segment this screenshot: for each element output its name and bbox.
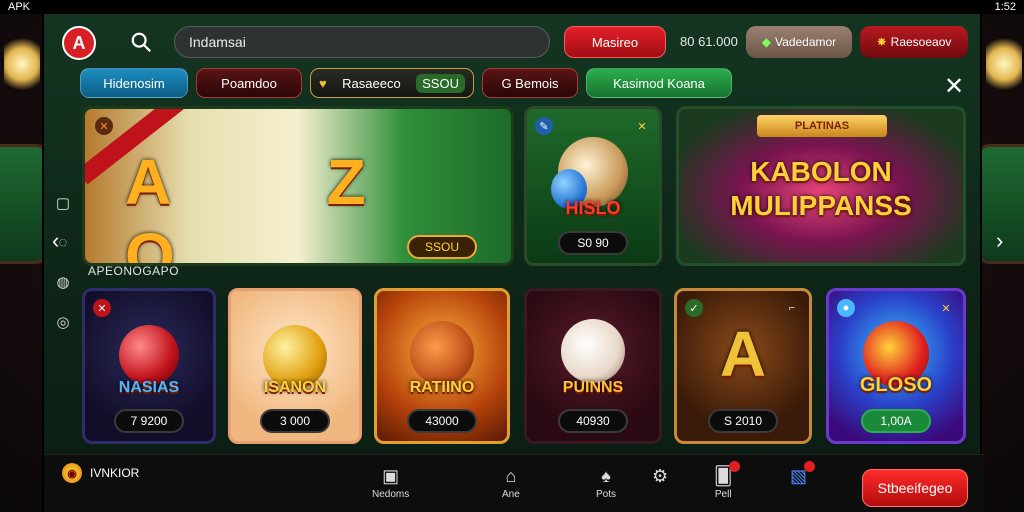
game-title: ISANON [263, 379, 327, 396]
banner-ribbon: PLATINAS [757, 115, 887, 137]
nav-settings[interactable]: ⚙ [652, 467, 668, 489]
gift-icon: ✸ [876, 35, 887, 49]
cta-button[interactable]: Stbeeifegeo [862, 469, 968, 507]
promo-icon: ▧ [790, 461, 816, 485]
game-card-azo[interactable]: ✕ A Z O SSOU [82, 106, 514, 266]
notification-badge [729, 461, 741, 472]
game-price: S0 90 [558, 231, 628, 255]
chat-icon[interactable]: ◌ [59, 234, 68, 251]
game-price: 3 000 [260, 409, 330, 433]
side-nav: ▢ ◌ ◍ ◎ [50, 194, 76, 364]
game-title: KABOLON MULIPPANSS [730, 156, 912, 221]
dkred-header-button[interactable]: ✸ Raesoeaov [860, 26, 968, 58]
badge-icon: ✕ [93, 299, 111, 317]
gem-icon: ◆ [761, 35, 772, 49]
game-card-kabolon[interactable]: PLATINAS KABOLON MULIPPANSS [676, 106, 966, 266]
badge-icon: ✓ [685, 299, 703, 317]
nav-label: Pell [714, 489, 732, 500]
apk-label: APK [8, 1, 31, 13]
top-bar: A Indamsai Masireo 80 61.000 ◆ Vadedamor… [44, 24, 984, 64]
ceiling-light [4, 34, 40, 94]
fox-art [410, 321, 474, 385]
game-title: NASIAS [118, 379, 180, 396]
tab-rasaeeco[interactable]: ♥ Rasaeeco SSOU [310, 68, 474, 98]
game-card-ratiino[interactable]: RATIINO 43000 [374, 288, 510, 444]
tab-kasimod-koana[interactable]: Kasimod Koana [586, 68, 732, 98]
section-heading: APEONOGAPO [88, 264, 180, 278]
nav-label: Ane [502, 489, 520, 500]
gift-icon: 🂠 [714, 461, 741, 485]
search-icon[interactable] [130, 31, 152, 53]
game-card-gloso[interactable]: ● ✕ GLOSO 1,00A [826, 288, 966, 444]
heart-icon: ♥ [319, 75, 327, 91]
red-header-button[interactable]: Masireo [564, 26, 666, 58]
tab-rasaeeco-label: Rasaeeco [342, 75, 401, 91]
headset-icon[interactable]: ◎ [56, 313, 69, 331]
cat-art [561, 319, 625, 383]
brand-label: IVNKIOR [90, 466, 140, 480]
brand-icon: ◉ [62, 463, 82, 483]
bottom-bar: ◉ IVNKIOR ▣ Nedoms ⌂ Ane ♠ Pots ⚙ 🂠 Pell… [44, 454, 984, 512]
badge-icon: ✎ [535, 117, 553, 135]
game-title: RATIINO [409, 379, 475, 396]
badge-icon: ✕ [95, 117, 113, 135]
badge-icon: ✕ [941, 302, 951, 315]
game-price: SSOU [407, 235, 477, 259]
gray-header-button[interactable]: ◆ Vadedamor [746, 26, 852, 58]
category-tabs: Hidenosim Poamdoo ♥ Rasaeeco SSOU G Bemo… [80, 68, 732, 98]
game-card-a[interactable]: ✓ ⌐ A S 2010 [674, 288, 812, 444]
nav-ane[interactable]: ⌂ Ane [502, 467, 520, 500]
game-card-nasias[interactable]: ✕ NASIAS 7 9200 [82, 288, 216, 444]
nav-promo[interactable]: ▧ [790, 461, 816, 489]
close-icon[interactable]: ⌐ [783, 299, 801, 317]
app-window: A Indamsai Masireo 80 61.000 ◆ Vadedamor… [42, 14, 1003, 512]
nav-label: Pots [596, 489, 617, 500]
brand[interactable]: ◉ IVNKIOR [62, 463, 139, 483]
ceiling-light [986, 34, 1022, 94]
game-card-isanon[interactable]: ISANON 3 000 [228, 288, 362, 444]
game-card-hislo[interactable]: ✎ ✕ HISLO S0 90 [524, 106, 662, 266]
game-card-puinns[interactable]: PUINNS 40930 [524, 288, 662, 444]
tab-g-bemois[interactable]: G Bemois [482, 68, 578, 98]
status-bar: APK 1:52 [0, 0, 1024, 14]
search-input[interactable]: Indamsai [174, 26, 550, 58]
close-icon[interactable]: ✕ [940, 72, 968, 100]
app-logo[interactable]: A [62, 26, 96, 60]
pot-art [119, 325, 179, 385]
game-price: 43000 [407, 409, 477, 433]
scroll-right-arrow[interactable]: › [996, 228, 1003, 254]
gray-header-button-label: Vadedamor [775, 35, 837, 49]
house-icon: ⌂ [505, 466, 517, 486]
game-title: HISLO [565, 198, 621, 218]
phone-icon[interactable]: ▢ [56, 194, 70, 212]
badge-icon: ✕ [637, 120, 647, 133]
game-price: 7 9200 [114, 409, 184, 433]
game-title: GLOSO [859, 374, 933, 396]
game-price: 40930 [558, 409, 628, 433]
clock: 1:52 [994, 1, 1016, 13]
shop-icon: ♠ [601, 466, 611, 486]
badge-icon: ● [837, 299, 855, 317]
game-price: 1,00A [861, 409, 931, 433]
balance-display: 80 61.000 [680, 34, 738, 49]
game-price: S 2010 [708, 409, 778, 433]
notification-badge [804, 461, 816, 472]
nav-pell[interactable]: 🂠 Pell [714, 461, 741, 500]
scroll-left-arrow[interactable]: ‹ [52, 228, 59, 254]
tab-count-badge: SSOU [416, 73, 465, 93]
nav-home[interactable]: ▣ Nedoms [372, 467, 409, 500]
dkred-header-button-label: Raesoeaov [890, 35, 952, 49]
game-title: PUINNS [562, 379, 624, 396]
nav-pots[interactable]: ♠ Pots [596, 467, 616, 500]
nav-label: Nedoms [372, 489, 410, 500]
game-title: A [719, 318, 767, 390]
tab-poamdoo[interactable]: Poamdoo [196, 68, 302, 98]
home-icon: ▣ [382, 466, 400, 486]
tab-hidenosim[interactable]: Hidenosim [80, 68, 188, 98]
support-icon[interactable]: ◍ [56, 273, 69, 291]
gear-icon: ⚙ [652, 466, 669, 486]
